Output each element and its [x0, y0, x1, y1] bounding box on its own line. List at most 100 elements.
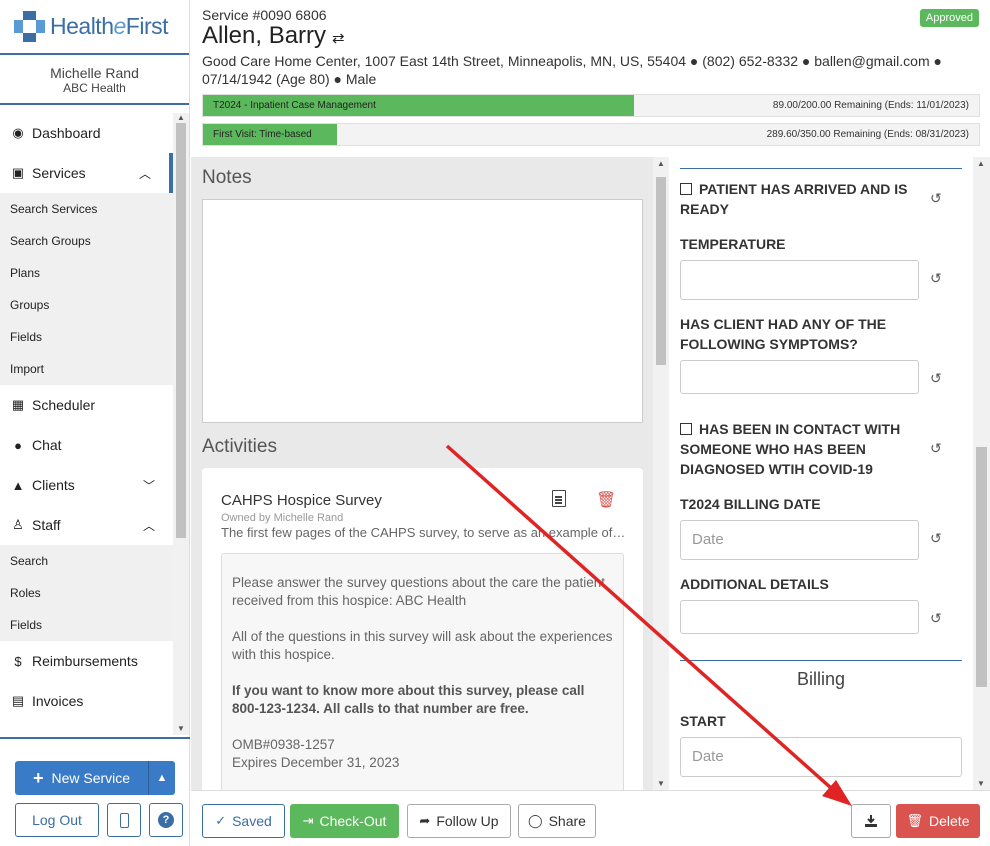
- share-arrow-icon: ➦: [419, 813, 431, 828]
- nav-dashboard[interactable]: ◉ Dashboard: [0, 113, 173, 153]
- nav-import[interactable]: Import: [0, 353, 173, 385]
- scroll-up-arrow-icon[interactable]: ▲: [657, 159, 665, 168]
- nav-reimbursements-label: Reimbursements: [32, 653, 138, 669]
- nav-staff-label: Staff: [32, 517, 61, 533]
- share-button[interactable]: ◯ Share: [518, 804, 596, 838]
- divider: [680, 660, 962, 661]
- start-date-input[interactable]: Date: [680, 737, 962, 777]
- scrollbar-thumb[interactable]: [976, 447, 987, 687]
- activity-owner: Owned by Michelle Rand: [221, 512, 344, 524]
- nav-chat[interactable]: ● Chat: [0, 425, 173, 465]
- user-icon: ▲: [11, 477, 25, 493]
- service-header: Service #0090 6806 Allen, Barry ⇄ Approve…: [191, 0, 990, 157]
- nav-chat-label: Chat: [32, 437, 62, 453]
- trash-icon[interactable]: 🗑: [596, 490, 616, 510]
- temperature-input[interactable]: [680, 260, 919, 300]
- additional-details-input[interactable]: [680, 600, 919, 634]
- delete-button[interactable]: 🗑 Delete: [896, 804, 980, 838]
- nav-scheduler[interactable]: ▦ Scheduler: [0, 385, 173, 425]
- progress-remaining: 89.00/200.00 Remaining (Ends: 11/01/2023…: [772, 100, 969, 111]
- download-button[interactable]: [851, 804, 891, 838]
- saved-label: Saved: [232, 813, 272, 829]
- nav-services-label: Services: [32, 165, 86, 181]
- nav-staff[interactable]: ♙ Staff ︿: [0, 505, 173, 545]
- chevron-up-icon: ︿: [142, 518, 155, 533]
- checkbox[interactable]: [680, 183, 692, 195]
- help-button[interactable]: ?: [149, 803, 183, 837]
- contact-checkbox-label[interactable]: HAS BEEN IN CONTACT WITH SOMEONE WHO HAS…: [680, 419, 920, 479]
- progress-fill: First Visit: Time-based: [203, 124, 338, 145]
- history-icon[interactable]: ↺: [930, 610, 942, 627]
- survey-paragraph-bold: If you want to know more about this surv…: [232, 683, 585, 716]
- progress-remaining: 289.60/350.00 Remaining (Ends: 08/31/202…: [766, 129, 969, 140]
- left-panel-scrollbar[interactable]: ▲ ▼: [653, 157, 669, 790]
- scroll-up-arrow-icon[interactable]: ▲: [977, 159, 985, 168]
- scrollbar-thumb[interactable]: [176, 123, 186, 538]
- new-service-label: New Service: [51, 770, 131, 786]
- checkbox[interactable]: [680, 423, 692, 435]
- nav-service-fields[interactable]: Fields: [0, 321, 173, 353]
- survey-content: Please answer the survey questions about…: [221, 553, 624, 790]
- notes-textarea[interactable]: [202, 199, 643, 423]
- document-icon[interactable]: [552, 490, 566, 507]
- symptoms-label: HAS CLIENT HAD ANY OF THE FOLLOWING SYMP…: [680, 316, 887, 352]
- dashboard-icon: ◉: [12, 125, 24, 140]
- nav-reimbursements[interactable]: $ Reimbursements: [0, 641, 173, 681]
- nav-clients[interactable]: ▲ Clients ﹀: [0, 465, 173, 505]
- history-icon[interactable]: ↺: [930, 370, 942, 387]
- nav-search-services[interactable]: Search Services: [0, 193, 173, 225]
- logout-button[interactable]: Log Out: [15, 803, 99, 837]
- symptoms-input[interactable]: [680, 360, 919, 394]
- nav-staff-roles[interactable]: Roles: [0, 577, 173, 609]
- staff-submenu: Search Roles Fields: [0, 545, 173, 641]
- activity-card: CAHPS Hospice Survey Owned by Michelle R…: [202, 468, 643, 790]
- scroll-down-arrow-icon[interactable]: ▼: [177, 724, 185, 733]
- nav-staff-search[interactable]: Search: [0, 545, 173, 577]
- form-scrollbar[interactable]: ▲ ▼: [973, 157, 990, 790]
- chevron-up-icon: ︿: [138, 166, 151, 181]
- follow-up-button[interactable]: ➦ Follow Up: [407, 804, 511, 838]
- activity-description: The first few pages of the CAHPS survey,…: [221, 525, 626, 540]
- check-out-button[interactable]: ⇥ Check-Out: [290, 804, 399, 838]
- arrived-label-text: PATIENT HAS ARRIVED AND IS READY: [680, 181, 908, 217]
- saved-button[interactable]: ✓ Saved: [202, 804, 285, 838]
- notes-title: Notes: [202, 167, 252, 188]
- activity-title[interactable]: CAHPS Hospice Survey: [221, 492, 382, 509]
- billing-date-input[interactable]: Date: [680, 520, 919, 560]
- scroll-down-arrow-icon[interactable]: ▼: [657, 779, 665, 788]
- patient-details: Good Care Home Center, 1007 East 14th St…: [202, 53, 942, 87]
- nav-groups[interactable]: Groups: [0, 289, 173, 321]
- nav-plans[interactable]: Plans: [0, 257, 173, 289]
- new-service-button[interactable]: + New Service: [15, 761, 148, 795]
- sidebar-scrollbar[interactable]: ▲ ▼: [173, 113, 189, 735]
- scroll-down-arrow-icon[interactable]: ▼: [977, 779, 985, 788]
- visit-progress-bar: First Visit: Time-based 289.60/350.00 Re…: [202, 123, 980, 146]
- download-icon: [865, 815, 877, 827]
- history-icon[interactable]: ↺: [930, 270, 942, 287]
- new-service-dropdown-button[interactable]: ▲: [148, 761, 175, 795]
- nav-clients-label: Clients: [32, 477, 75, 493]
- shuffle-icon[interactable]: ⇄: [332, 30, 345, 47]
- logo-text: HealtheFirst: [50, 13, 169, 39]
- history-icon[interactable]: ↺: [930, 440, 942, 457]
- scroll-up-arrow-icon[interactable]: ▲: [177, 113, 185, 122]
- billing-section-title: Billing: [796, 669, 846, 689]
- chevron-down-icon: ﹀: [142, 478, 155, 493]
- plus-icon: +: [32, 767, 44, 788]
- start-label: START: [680, 713, 726, 729]
- activities-title: Activities: [202, 436, 277, 457]
- nav-search-groups[interactable]: Search Groups: [0, 225, 173, 257]
- service-number: Service #0090 6806: [202, 7, 327, 23]
- mobile-button[interactable]: [107, 803, 141, 837]
- arrived-checkbox-label[interactable]: PATIENT HAS ARRIVED AND IS READY: [680, 179, 920, 219]
- services-submenu: Search Services Search Groups Plans Grou…: [0, 193, 173, 385]
- nav-staff-fields[interactable]: Fields: [0, 609, 173, 641]
- logo[interactable]: HealtheFirst: [0, 0, 189, 55]
- sign-out-icon: ⇥: [302, 813, 314, 828]
- nav-services[interactable]: ▣ Services ︿: [0, 153, 173, 193]
- scrollbar-thumb[interactable]: [656, 177, 666, 365]
- patient-name-text[interactable]: Allen, Barry: [202, 22, 326, 49]
- history-icon[interactable]: ↺: [930, 530, 942, 547]
- nav-invoices[interactable]: ▤ Invoices: [0, 681, 173, 721]
- history-icon[interactable]: ↺: [930, 190, 942, 207]
